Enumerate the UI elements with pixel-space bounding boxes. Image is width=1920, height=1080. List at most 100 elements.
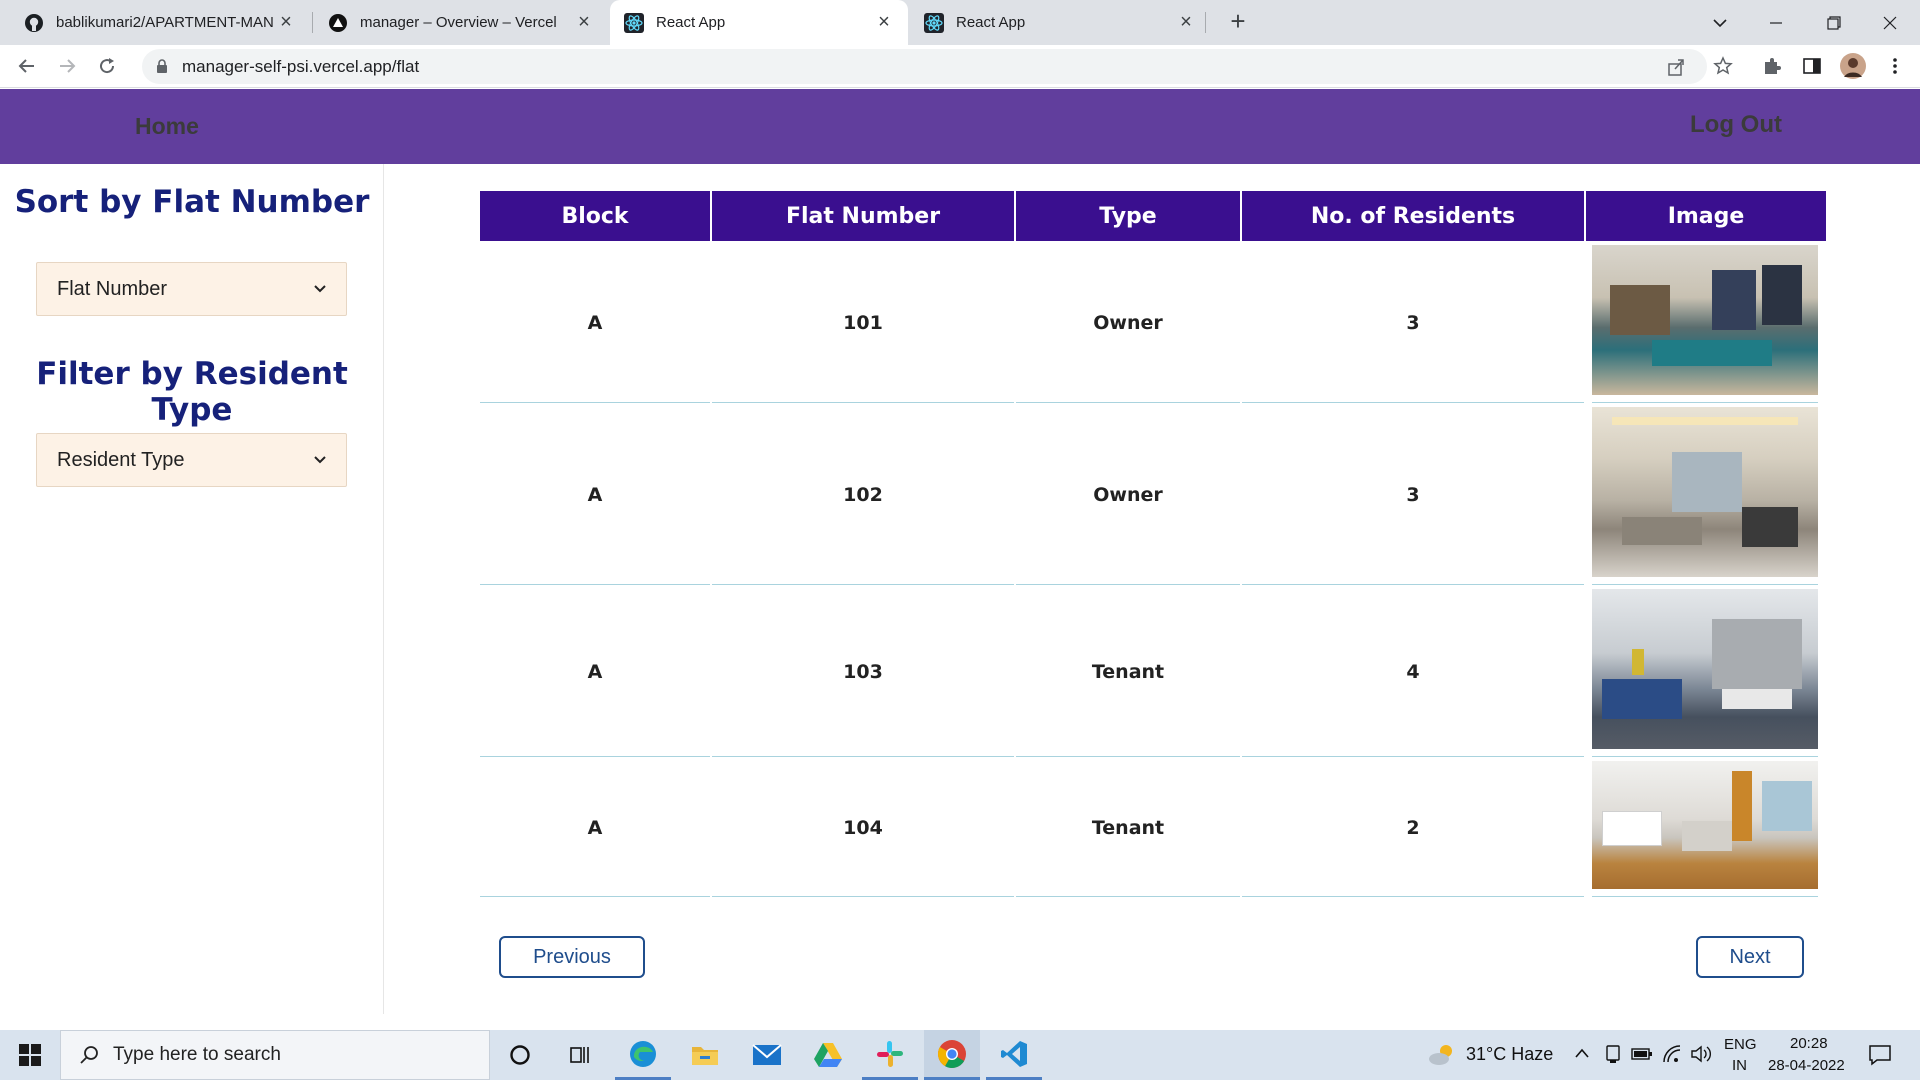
close-window-button[interactable] [1862, 0, 1918, 45]
address-bar[interactable]: manager-self-psi.vercel.app/flat [142, 49, 1707, 84]
browser-toolbar: manager-self-psi.vercel.app/flat [0, 45, 1920, 88]
device-icon[interactable] [1604, 1044, 1622, 1064]
weather-text[interactable]: 31°C Haze [1466, 1044, 1553, 1065]
language-code[interactable]: ENG [1724, 1036, 1757, 1053]
column-header-residents: No. of Residents [1242, 191, 1584, 241]
task-view-icon [570, 1047, 589, 1063]
tab-title: React App [956, 14, 1026, 31]
flat-image[interactable] [1592, 407, 1818, 577]
react-icon [924, 12, 944, 33]
tab-search-button[interactable] [1692, 0, 1748, 45]
windows-taskbar: Type here to search 31°C Haze ENG IN 20:… [0, 1030, 1920, 1080]
taskbar-slack[interactable] [862, 1030, 918, 1080]
profile-avatar[interactable] [1838, 51, 1868, 81]
arrow-right-icon [60, 59, 76, 73]
cell-flat-number: 102 [712, 405, 1014, 585]
next-button[interactable]: Next [1696, 936, 1804, 978]
url-text: manager-self-psi.vercel.app/flat [182, 56, 420, 76]
slack-icon [877, 1040, 903, 1067]
taskbar-edge[interactable] [615, 1030, 671, 1080]
flat-image[interactable] [1592, 589, 1818, 749]
taskbar-google-drive[interactable] [800, 1030, 856, 1080]
cell-flat-number: 103 [712, 587, 1014, 757]
app-navbar: Home Log Out [0, 89, 1920, 164]
cell-image [1592, 243, 1818, 403]
cell-residents: 3 [1242, 243, 1584, 403]
taskbar-file-explorer[interactable] [677, 1030, 733, 1080]
cell-image [1592, 405, 1818, 585]
cortana-button[interactable] [492, 1030, 548, 1080]
resident-type-select-value: Resident Type [57, 448, 185, 471]
forward-button[interactable] [52, 51, 82, 81]
new-tab-button[interactable]: + [1222, 6, 1254, 38]
side-panel-icon [1803, 58, 1821, 74]
cell-block: A [480, 759, 710, 897]
extensions-button[interactable] [1757, 51, 1787, 81]
browser-menu-button[interactable] [1880, 51, 1910, 81]
tab-react-app-active[interactable]: React App × [610, 0, 908, 45]
chevron-down-icon [314, 285, 326, 293]
sort-select[interactable]: Flat Number [36, 262, 347, 316]
clock-date[interactable]: 28-04-2022 [1768, 1057, 1845, 1074]
close-icon[interactable]: × [1176, 11, 1196, 34]
home-link[interactable]: Home [135, 113, 199, 140]
vscode-icon [1001, 1040, 1027, 1067]
start-button[interactable] [2, 1030, 58, 1080]
column-header-flat-number: Flat Number [712, 191, 1014, 241]
cell-type: Tenant [1016, 759, 1240, 897]
task-view-button[interactable] [552, 1030, 608, 1080]
flat-image[interactable] [1592, 245, 1818, 395]
bookmark-star-button[interactable] [1708, 51, 1738, 81]
close-icon[interactable]: × [276, 11, 296, 34]
lock-icon [157, 59, 167, 73]
avatar-icon [1840, 53, 1866, 79]
back-button[interactable] [12, 51, 42, 81]
sort-heading: Sort by Flat Number [14, 184, 370, 220]
previous-button[interactable]: Previous [499, 936, 645, 978]
battery-icon[interactable] [1631, 1046, 1653, 1062]
tab-react-app[interactable]: React App × [910, 0, 1210, 45]
tab-github[interactable]: bablikumari2/APARTMENT-MAN × [10, 0, 310, 45]
close-icon[interactable]: × [574, 11, 594, 34]
cortana-icon [510, 1045, 530, 1065]
github-icon [25, 13, 43, 32]
share-icon[interactable] [1666, 57, 1686, 77]
wifi-icon[interactable] [1662, 1044, 1682, 1064]
chevron-up-icon[interactable] [1574, 1047, 1590, 1059]
clock-time[interactable]: 20:28 [1790, 1035, 1828, 1052]
taskbar-mail[interactable] [739, 1030, 795, 1080]
sort-select-value: Flat Number [57, 277, 168, 300]
cell-type: Owner [1016, 243, 1240, 403]
search-icon [80, 1046, 98, 1064]
chevron-down-icon [314, 456, 326, 464]
reload-button[interactable] [92, 51, 122, 81]
arrow-left-icon [18, 59, 34, 73]
taskbar-search-placeholder: Type here to search [113, 1044, 281, 1065]
taskbar-vscode[interactable] [986, 1030, 1042, 1080]
flat-image[interactable] [1592, 761, 1818, 889]
tab-vercel[interactable]: manager – Overview – Vercel × [314, 0, 608, 45]
react-icon [624, 12, 644, 33]
puzzle-icon [1765, 58, 1781, 74]
browser-tab-strip: bablikumari2/APARTMENT-MAN × manager – O… [0, 0, 1920, 45]
language-region[interactable]: IN [1732, 1057, 1747, 1074]
weather-icon[interactable] [1428, 1042, 1456, 1068]
resident-type-select[interactable]: Resident Type [36, 433, 347, 487]
speaker-icon[interactable] [1690, 1044, 1712, 1064]
tab-title: React App [656, 14, 726, 31]
notification-icon[interactable] [1868, 1043, 1892, 1067]
side-panel-button[interactable] [1797, 51, 1827, 81]
mail-icon [752, 1044, 782, 1065]
minimize-button[interactable] [1748, 0, 1804, 45]
chevron-down-icon [1713, 18, 1727, 27]
chrome-icon [938, 1039, 966, 1068]
restore-button[interactable] [1806, 0, 1862, 45]
taskbar-search-box[interactable]: Type here to search [60, 1030, 490, 1080]
cell-image [1592, 587, 1818, 757]
cell-residents: 3 [1242, 405, 1584, 585]
logout-link[interactable]: Log Out [1690, 111, 1782, 139]
taskbar-chrome[interactable] [924, 1030, 980, 1080]
cell-block: A [480, 243, 710, 403]
close-icon[interactable]: × [874, 11, 894, 34]
vercel-icon [329, 13, 347, 32]
